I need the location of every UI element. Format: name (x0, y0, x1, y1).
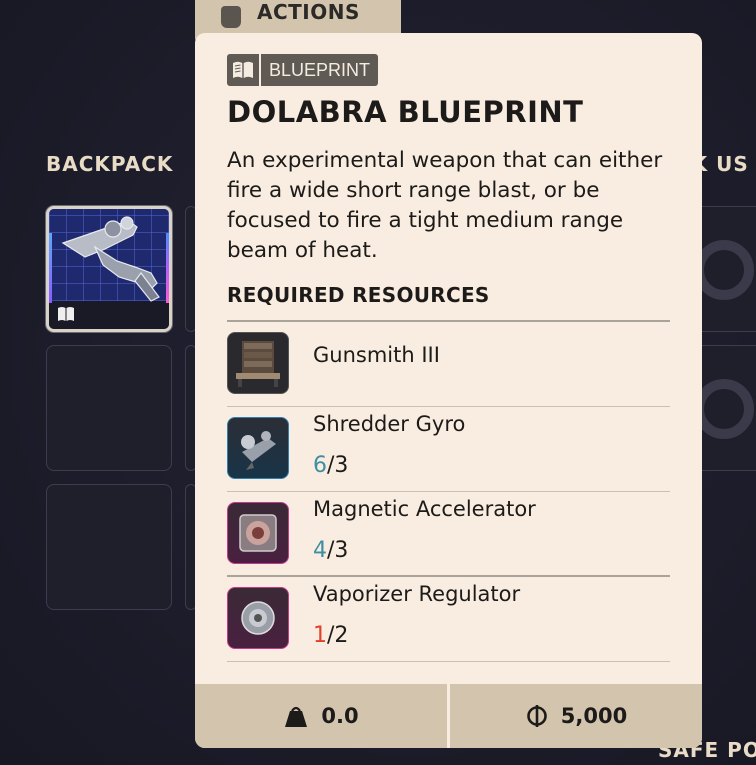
owned-count: 1 (313, 623, 327, 648)
resource-name: Vaporizer Regulator (313, 582, 521, 606)
tooltip-footer: 0.0 5,000 (195, 684, 702, 748)
backpack-title: BACKPACK (46, 152, 174, 176)
blueprint-badge-icon (58, 307, 74, 321)
vaporizer-regulator-icon (227, 587, 289, 649)
item-tooltip: BLUEPRINT DOLABRA BLUEPRINT An experimen… (195, 33, 702, 748)
required-resources-title: REQUIRED RESOURCES (227, 283, 490, 307)
empty-slot-ring-icon (694, 240, 754, 300)
required-count: /3 (327, 453, 349, 478)
resource-name: Shredder Gyro (313, 412, 466, 436)
backpack-slot-selected[interactable] (46, 206, 172, 332)
resource-quantity: 1/2 (313, 623, 348, 648)
required-count: /2 (327, 623, 349, 648)
owned-count: 6 (313, 453, 327, 478)
resource-row-vaporizer-regulator: Vaporizer Regulator 1/2 (227, 577, 670, 662)
empty-slot-ring-icon (694, 379, 754, 439)
weight-value: 0.0 (321, 704, 359, 728)
shredder-gyro-icon (227, 417, 289, 479)
backpack-slot[interactable] (46, 345, 172, 471)
resource-quantity: 6/3 (313, 453, 348, 478)
book-icon (227, 54, 261, 86)
actions-tab-label: ACTIONS (257, 0, 360, 24)
weight-icon (285, 706, 308, 727)
backpack-slot[interactable] (46, 484, 172, 610)
resource-row-shredder-gyro: Shredder Gyro 6/3 (227, 407, 670, 492)
required-count: /3 (327, 538, 349, 563)
item-title: DOLABRA BLUEPRINT (227, 95, 584, 129)
blueprint-badge: BLUEPRINT (227, 54, 379, 86)
magnetic-accelerator-icon (227, 502, 289, 564)
resource-quantity: 4/3 (313, 538, 348, 563)
dolabra-weapon-icon (61, 216, 160, 302)
badge-label: BLUEPRINT (269, 60, 371, 80)
resource-name: Gunsmith III (313, 343, 440, 367)
item-description: An experimental weapon that can either f… (227, 148, 663, 263)
workbench-icon (227, 332, 289, 394)
owned-count: 4 (313, 538, 327, 563)
value-cell: 5,000 (450, 684, 702, 748)
weight-cell: 0.0 (195, 684, 447, 748)
currency-icon (526, 705, 547, 727)
resource-row-gunsmith: Gunsmith III (227, 322, 670, 407)
resource-row-magnetic-accelerator: Magnetic Accelerator 4/3 (227, 492, 670, 577)
value-amount: 5,000 (560, 704, 628, 728)
resource-name: Magnetic Accelerator (313, 497, 536, 521)
actions-icon (221, 6, 241, 28)
